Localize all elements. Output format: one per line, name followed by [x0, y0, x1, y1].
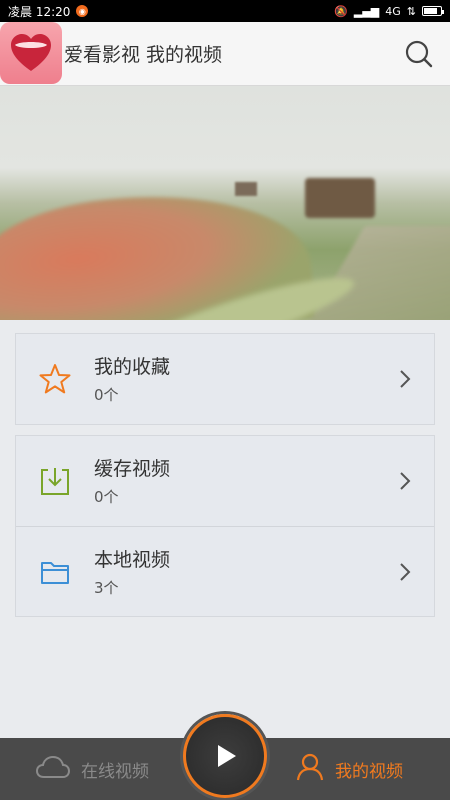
search-icon[interactable]	[404, 39, 434, 69]
battery-icon	[422, 6, 444, 16]
network-label: 4G	[385, 4, 401, 18]
list-item-favorites[interactable]: 我的收藏 0个	[16, 334, 434, 424]
chevron-right-icon	[398, 368, 412, 390]
star-icon	[38, 362, 72, 396]
chevron-right-icon	[398, 561, 412, 583]
play-icon	[218, 745, 236, 767]
item-name: 我的收藏	[94, 356, 171, 378]
download-icon	[38, 464, 72, 498]
tab-label: 在线视频	[81, 761, 149, 782]
item-count: 3个	[94, 579, 119, 597]
videos-card: 缓存视频 0个 本地视频 3个	[15, 435, 435, 617]
app-logo-icon	[0, 22, 62, 84]
list-item-local-videos[interactable]: 本地视频 3个	[16, 526, 434, 616]
mute-icon: 🔕	[334, 4, 348, 18]
item-name: 缓存视频	[94, 458, 171, 480]
cloud-icon	[35, 754, 71, 785]
signal-icon: ▂▄▆	[353, 4, 380, 18]
banner-image	[0, 86, 450, 320]
notification-icon: ◉	[76, 5, 89, 17]
app-header: 爱看影视 我的视频	[0, 22, 450, 86]
chevron-right-icon	[398, 470, 412, 492]
play-button[interactable]	[183, 714, 267, 798]
folder-icon	[38, 555, 72, 589]
item-count: 0个	[94, 488, 119, 506]
status-time: 凌晨 12:20	[8, 4, 71, 19]
item-count: 0个	[94, 386, 119, 404]
favorites-card: 我的收藏 0个	[15, 333, 435, 425]
tab-label: 我的视频	[335, 761, 403, 782]
page-title: 爱看影视 我的视频	[64, 44, 223, 66]
item-name: 本地视频	[94, 549, 171, 571]
status-bar: 凌晨 12:20 ◉ 🔕 ▂▄▆ 4G ⇅	[0, 0, 450, 22]
tab-online-videos[interactable]: 在线视频	[35, 738, 149, 800]
user-icon	[295, 752, 325, 787]
data-arrows-icon: ⇅	[406, 4, 416, 18]
list-item-cached-videos[interactable]: 缓存视频 0个	[16, 436, 434, 526]
tab-my-videos[interactable]: 我的视频	[295, 738, 403, 800]
